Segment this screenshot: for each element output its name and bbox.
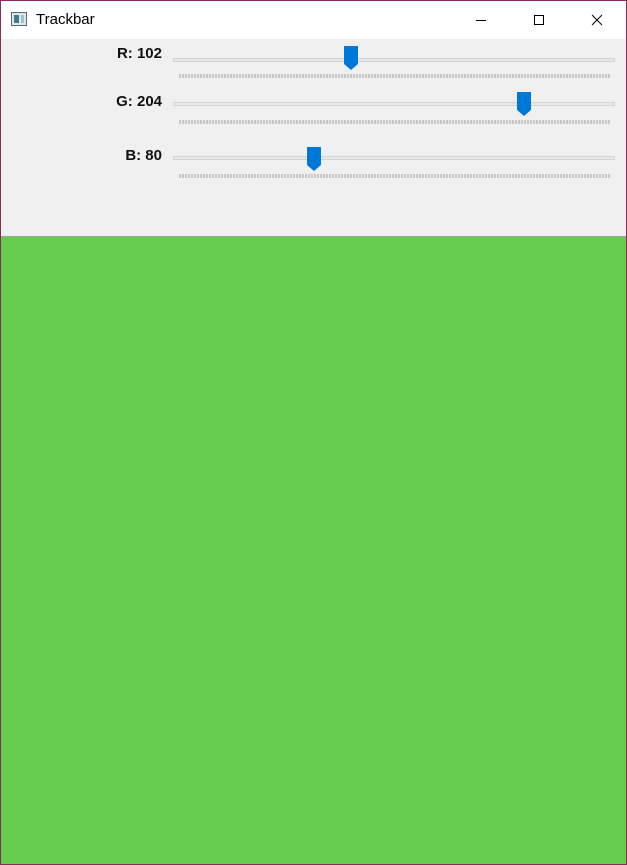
slider-thumb-r[interactable] xyxy=(344,46,358,70)
trackbar-window: Trackbar R: 102 G: 204 B: 80 xyxy=(0,0,627,865)
title-bar[interactable]: Trackbar xyxy=(1,1,626,39)
color-preview xyxy=(1,237,626,864)
slider-ticks-b xyxy=(179,174,610,178)
slider-thumb-b[interactable] xyxy=(307,147,321,171)
slider-label-r: R: 102 xyxy=(116,45,162,62)
slider-track-b[interactable] xyxy=(173,156,615,160)
slider-thumb-g[interactable] xyxy=(517,92,531,116)
window-title: Trackbar xyxy=(36,11,95,28)
close-button[interactable] xyxy=(567,1,626,39)
minimize-button[interactable] xyxy=(451,1,510,39)
maximize-icon xyxy=(533,15,544,25)
slider-row-r: R: 102 xyxy=(1,43,626,83)
slider-row-g: G: 204 xyxy=(1,91,626,131)
slider-row-b: B: 80 xyxy=(1,145,626,185)
slider-ticks-r xyxy=(179,74,610,78)
maximize-button[interactable] xyxy=(509,1,568,39)
trackbar-panel: R: 102 G: 204 B: 80 xyxy=(1,39,626,237)
close-icon xyxy=(591,14,602,26)
minimize-icon xyxy=(475,20,486,21)
slider-label-b: B: 80 xyxy=(125,147,162,164)
slider-ticks-g xyxy=(179,120,610,124)
slider-label-g: G: 204 xyxy=(116,93,162,110)
app-window-icon xyxy=(11,12,27,26)
slider-track-r[interactable] xyxy=(173,58,615,62)
slider-track-g[interactable] xyxy=(173,102,615,106)
